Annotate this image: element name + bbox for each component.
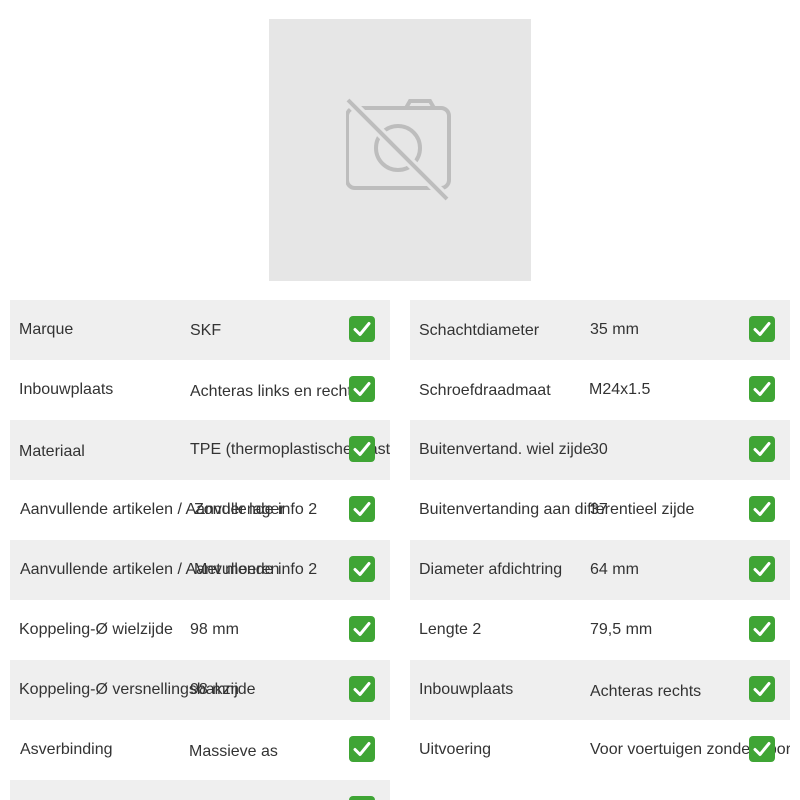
- spec-label: Materiaal: [19, 443, 85, 460]
- spec-value: 98 mm: [190, 621, 239, 638]
- spec-row: Diameter afdichtring 64 mm: [410, 540, 790, 600]
- spec-label: Schachtdiameter: [419, 322, 540, 339]
- spec-value: 37: [590, 501, 608, 518]
- spec-value: 30: [590, 441, 608, 458]
- check-icon: [749, 316, 775, 342]
- spec-label: Schroefdraadmaat: [419, 382, 551, 399]
- spec-row: Buitenvertanding aan differentieel zijde…: [410, 480, 790, 540]
- product-spec-page: Marque SKF Inbouwplaats Achteras links e…: [0, 0, 800, 800]
- spec-value: 98 mm: [190, 681, 239, 698]
- spec-label: Asverbinding: [20, 741, 113, 758]
- spec-value: 64 mm: [590, 561, 639, 578]
- spec-label: Koppeling-Ø wielzijde: [19, 621, 173, 638]
- spec-label: Uitvoering: [419, 741, 492, 758]
- spec-row: Uitvoering Voor voertuigen zonder sport-…: [410, 720, 790, 780]
- spec-value: Zonder lager: [194, 501, 285, 518]
- check-icon: [349, 616, 375, 642]
- spec-value: M24x1.5: [589, 381, 651, 398]
- spec-row: Koppeling-Ø versnellingsbakzijde 98 mm: [10, 660, 390, 720]
- spec-row: Schroefdraadmaat M24x1.5: [410, 360, 790, 420]
- spec-label: Inbouwplaats: [419, 681, 514, 698]
- spec-label: Buitenvertand. wiel zijde: [419, 441, 592, 458]
- check-icon: [349, 316, 375, 342]
- check-icon: [349, 796, 375, 800]
- spec-table-left: Marque SKF Inbouwplaats Achteras links e…: [10, 300, 390, 800]
- spec-label: Inbouwplaats: [19, 381, 114, 398]
- spec-row: Inbouwplaats Achteras links en rechts: [10, 360, 390, 420]
- spec-table-right: Schachtdiameter 35 mm Schroefdraadmaat M…: [410, 300, 790, 780]
- spec-value: Met moeren: [194, 561, 280, 578]
- check-icon: [749, 496, 775, 522]
- spec-label: Marque: [19, 321, 74, 338]
- check-icon: [749, 376, 775, 402]
- spec-value: SKF: [190, 322, 222, 339]
- spec-label: Lengte 2: [419, 621, 482, 638]
- spec-label: Diameter afdichtring: [419, 561, 563, 578]
- spec-row: Lengte 2 79,5 mm: [410, 600, 790, 660]
- spec-value: Massieve as: [189, 743, 278, 760]
- spec-value: Achteras links en rechts: [190, 383, 360, 400]
- check-icon: [349, 676, 375, 702]
- spec-row: Asverbinding Massieve as: [10, 720, 390, 780]
- spec-row: Koppeling-Ø wielzijde 98 mm: [10, 600, 390, 660]
- check-icon: [749, 616, 775, 642]
- spec-value: 35 mm: [590, 321, 639, 338]
- spec-row: [10, 780, 390, 800]
- no-photo-icon: [346, 98, 451, 203]
- spec-row: Buitenvertand. wiel zijde 30: [410, 420, 790, 480]
- check-icon: [349, 556, 375, 582]
- spec-row: Aanvullende artikelen / Aanvullende info…: [10, 540, 390, 600]
- spec-label: Buitenvertanding aan differentieel zijde: [419, 501, 695, 518]
- spec-row: Marque SKF: [10, 300, 390, 360]
- check-icon: [349, 436, 375, 462]
- spec-row: Schachtdiameter 35 mm: [410, 300, 790, 360]
- check-icon: [749, 736, 775, 762]
- spec-value: Achteras rechts: [590, 683, 702, 700]
- check-icon: [349, 736, 375, 762]
- spec-row: Materiaal TPE (thermoplastische elastome…: [10, 420, 390, 480]
- check-icon: [349, 496, 375, 522]
- spec-value: 79,5 mm: [590, 621, 653, 638]
- spec-row: Aanvullende artikelen / Aanvullende info…: [10, 480, 390, 540]
- check-icon: [749, 556, 775, 582]
- spec-row: Inbouwplaats Achteras rechts: [410, 660, 790, 720]
- check-icon: [749, 436, 775, 462]
- product-image-placeholder: [269, 19, 531, 281]
- check-icon: [349, 376, 375, 402]
- check-icon: [749, 676, 775, 702]
